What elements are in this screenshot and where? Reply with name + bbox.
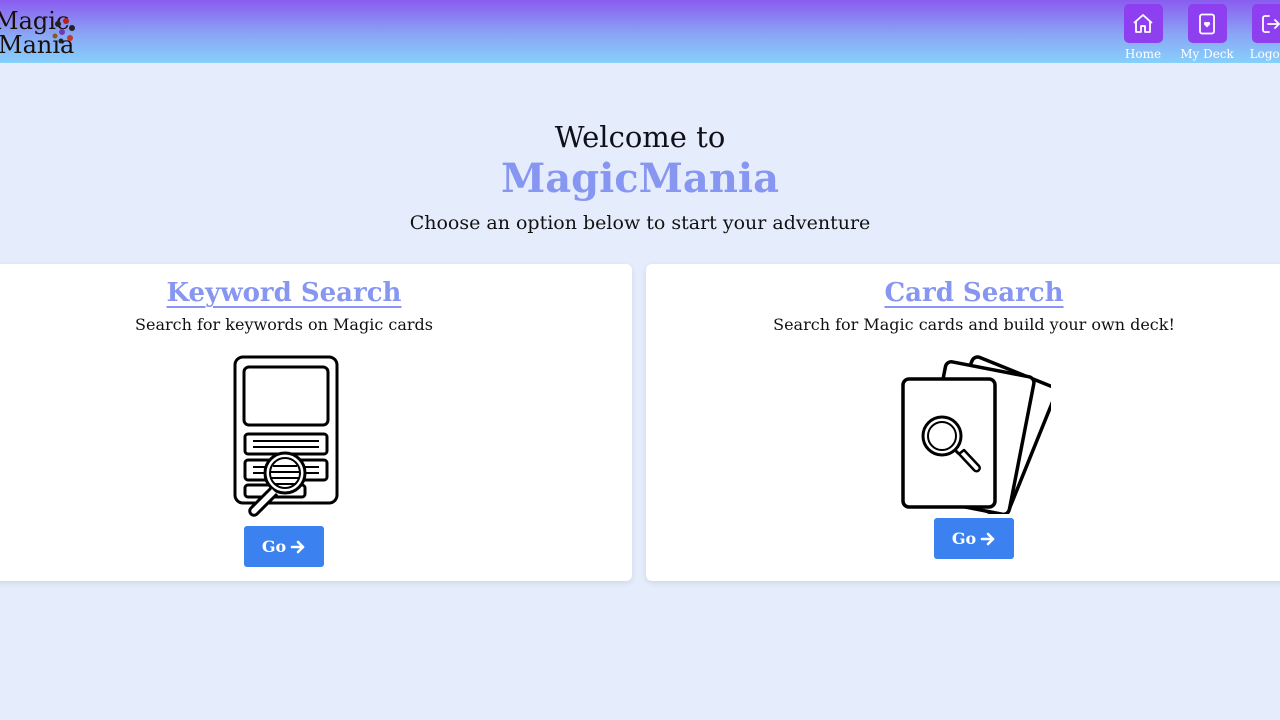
arrow-right-icon — [290, 540, 305, 553]
nav-home-label: Home — [1124, 47, 1162, 61]
home-button[interactable] — [1123, 4, 1163, 43]
nav-logout-label: Logout — [1249, 47, 1280, 61]
card-search-link[interactable]: Card Search — [884, 276, 1063, 310]
logout-button[interactable] — [1251, 4, 1280, 43]
nav-my-deck[interactable]: My Deck — [1175, 4, 1239, 61]
nav-logout[interactable]: Logout — [1239, 4, 1280, 61]
top-navbar: Magic Mania Home My Deck Logo — [0, 0, 1280, 63]
welcome-subtitle: Choose an option below to start your adv… — [409, 212, 871, 234]
arrow-right-icon — [980, 532, 995, 545]
keyword-search-go-button[interactable]: Go — [244, 526, 324, 567]
logo-dots-icon — [52, 18, 75, 44]
deck-icon — [1199, 13, 1215, 34]
nav-my-deck-label: My Deck — [1180, 47, 1234, 61]
my-deck-button[interactable] — [1187, 4, 1227, 43]
card-stack-magnifier-icon — [901, 355, 1051, 514]
keyword-search-card: Keyword Search Search for keywords on Ma… — [0, 264, 632, 581]
home-icon — [1133, 13, 1153, 33]
brand-heading: MagicMania — [500, 155, 780, 202]
keyword-search-link[interactable]: Keyword Search — [167, 276, 402, 310]
keyword-search-go-label: Go — [261, 537, 287, 556]
card-search-go-button[interactable]: Go — [934, 518, 1014, 559]
welcome-hero: Welcome to MagicMania Choose an option b… — [0, 118, 1280, 238]
card-search-description: Search for Magic cards and build your ow… — [773, 315, 1175, 334]
welcome-heading: Welcome to — [554, 120, 726, 154]
keyword-card-magnifier-icon — [233, 355, 339, 517]
nav-home[interactable]: Home — [1111, 4, 1175, 61]
keyword-search-description: Search for keywords on Magic cards — [135, 315, 433, 334]
card-search-go-label: Go — [951, 529, 977, 548]
magicmania-logo[interactable]: Magic Mania — [0, 6, 86, 62]
logout-icon — [1262, 14, 1280, 33]
card-search-card: Card Search Search for Magic cards and b… — [646, 264, 1280, 581]
